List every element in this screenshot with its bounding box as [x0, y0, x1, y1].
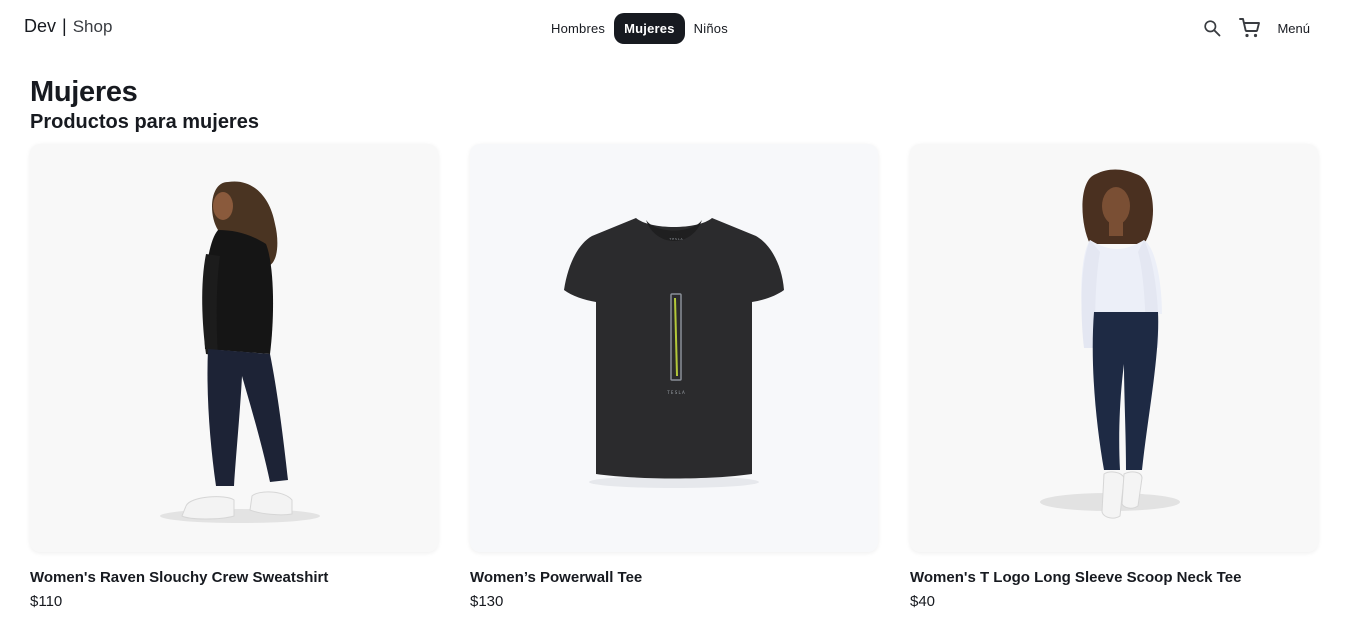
- brand-primary: Dev: [24, 16, 57, 36]
- product-name[interactable]: Women's Raven Slouchy Crew Sweatshirt: [30, 569, 438, 586]
- brand-separator: |: [62, 16, 67, 36]
- brand-logo[interactable]: Dev | Shop: [24, 16, 112, 37]
- product-name[interactable]: Women's T Logo Long Sleeve Scoop Neck Te…: [910, 569, 1318, 586]
- product-image-woman-black-sweatshirt[interactable]: [30, 144, 438, 552]
- search-button[interactable]: [1193, 14, 1231, 42]
- page-title: Mujeres: [30, 76, 138, 108]
- product-card[interactable]: Women's Raven Slouchy Crew Sweatshirt $1…: [30, 144, 438, 610]
- product-card[interactable]: Women's T Logo Long Sleeve Scoop Neck Te…: [910, 144, 1318, 610]
- svg-text:T E S L A: T E S L A: [668, 237, 683, 241]
- product-price: $110: [30, 593, 63, 610]
- page-subtitle: Productos para mujeres: [30, 111, 259, 133]
- search-icon: [1204, 20, 1221, 37]
- menu-button[interactable]: Menú: [1277, 15, 1310, 42]
- product-grid: Women's Raven Slouchy Crew Sweatshirt $1…: [30, 144, 1318, 610]
- header-actions: Menú: [1193, 14, 1310, 42]
- nav-item-mujeres[interactable]: Mujeres: [614, 13, 685, 44]
- product-image-woman-white-tee[interactable]: [910, 144, 1318, 552]
- product-image-black-tee[interactable]: T E S L A T E S L A: [470, 144, 878, 552]
- cart-button[interactable]: [1231, 14, 1269, 42]
- nav-item-hombres[interactable]: Hombres: [542, 13, 614, 44]
- top-navigation-bar: Dev | Shop Hombres Mujeres Niños Menú: [0, 0, 1347, 56]
- brand-secondary: Shop: [72, 16, 113, 36]
- category-nav: Hombres Mujeres Niños: [542, 13, 737, 44]
- product-name[interactable]: Women’s Powerwall Tee: [470, 569, 878, 586]
- product-price: $40: [910, 593, 936, 610]
- cart-icon: [1239, 18, 1261, 38]
- product-card[interactable]: T E S L A T E S L A Women’s Powerwall Te…: [470, 144, 878, 610]
- product-price: $130: [470, 593, 504, 610]
- nav-item-ninos[interactable]: Niños: [685, 13, 737, 44]
- svg-text:T E S L A: T E S L A: [666, 390, 685, 395]
